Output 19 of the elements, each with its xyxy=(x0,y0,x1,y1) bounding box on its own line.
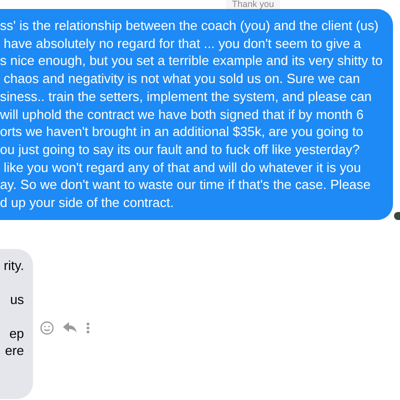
message-caption: Thank you xyxy=(226,0,280,9)
message-text: us xyxy=(10,290,24,308)
message-text: chaos and negativity is not what you sold us on. Sure we can xyxy=(2,70,361,88)
message-text: ss' is the relationship between the coach (you) and the client (us) xyxy=(0,17,378,35)
more-options-icon[interactable] xyxy=(86,322,90,334)
message-text: ep xyxy=(9,324,24,342)
avatar-icon xyxy=(394,212,400,220)
emoji-icon[interactable] xyxy=(40,320,54,335)
message-text: orts we haven't brought in an additional $35k, are you going to xyxy=(0,123,364,141)
message-text: ou just going to say its our fault and to fuck off like yesterday? xyxy=(0,140,361,159)
message-text: like you won't regard any of that and will do whatever it is you xyxy=(2,158,362,176)
message-text: rity. xyxy=(4,256,24,274)
message-text: siness.. train the setters, implement the system, and please can xyxy=(0,88,373,106)
message-text: d up your side of the contract. xyxy=(0,194,175,212)
reply-icon[interactable] xyxy=(63,322,77,334)
message-text: will uphold the contract we have both signed that if by month 6 xyxy=(0,106,365,124)
message-text: ere xyxy=(4,342,24,359)
message-text: ay. So we don't want to waste our time if that's the case. Please xyxy=(0,176,372,194)
message-text: have absolutely no regard for that ... you don't seem to give a xyxy=(2,34,362,52)
